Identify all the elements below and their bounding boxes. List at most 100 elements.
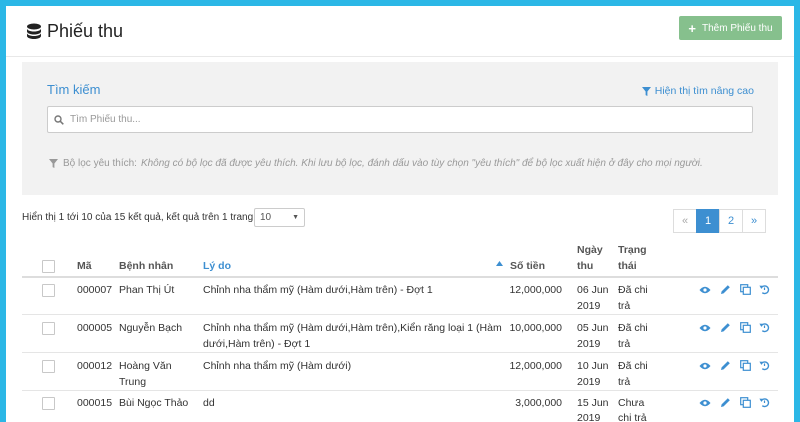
row-reason: Chỉnh nha thẩm mỹ (Hàm dưới,Hàm trên) - … [203, 284, 433, 296]
page-title: Phiếu thu [47, 21, 124, 41]
row-reason: dd [203, 397, 215, 409]
row-date-year: 2019 [577, 338, 601, 350]
eye-icon[interactable] [699, 361, 711, 371]
row-status: Đã chi [618, 284, 648, 296]
filter-icon [641, 86, 651, 96]
column-header-date-line1[interactable]: Ngày [577, 242, 603, 258]
search-field[interactable] [47, 106, 753, 133]
row-status: Chưa [618, 397, 645, 409]
row-code: 000015 [77, 397, 113, 409]
row-amount: 3,000,000 [515, 397, 562, 409]
row-reason: Chỉnh nha thẩm mỹ (Hàm dưới) [203, 360, 352, 372]
database-icon [27, 23, 41, 39]
page-title-wrap: Phiếu thu [26, 21, 123, 42]
row-amount: 12,000,000 [509, 360, 562, 372]
filter-icon [49, 159, 58, 168]
undo-icon[interactable] [759, 397, 770, 408]
pencil-icon[interactable] [720, 284, 731, 295]
row-date: 05 Jun [577, 322, 609, 334]
pencil-icon[interactable] [720, 397, 731, 408]
add-receipt-label: Thêm Phiếu thu [701, 22, 773, 34]
eye-icon[interactable] [699, 398, 711, 408]
column-header-status-line2[interactable]: thái [618, 258, 637, 274]
page-size-value: 10 [260, 212, 272, 223]
favorite-filters: Bộ lọc yêu thích: Không có bộ lọc đã đượ… [49, 158, 703, 169]
row-status-line2: chi trả [618, 412, 647, 422]
sort-asc-icon [496, 261, 503, 266]
eye-icon[interactable] [699, 323, 711, 333]
advanced-search-link[interactable]: Hiện thị tìm nâng cao [641, 85, 754, 97]
row-date: 10 Jun [577, 360, 609, 372]
pagination-prev[interactable]: « [673, 209, 697, 233]
column-header-patient[interactable]: Bệnh nhân [119, 258, 173, 274]
row-code: 000007 [77, 284, 113, 296]
row-checkbox[interactable] [42, 322, 55, 335]
row-status-line2: trả [618, 300, 631, 312]
row-patient: Nguyễn Bạch [119, 322, 183, 334]
copy-icon[interactable] [740, 322, 751, 333]
pencil-icon[interactable] [720, 360, 731, 371]
search-panel: Tìm kiếm Hiện thị tìm nâng cao Bộ lọc yê… [22, 62, 778, 195]
row-patient-line2: Trung [119, 376, 147, 388]
row-divider [22, 314, 778, 315]
column-header-status-line1[interactable]: Trạng [618, 242, 647, 258]
row-date-year: 2019 [577, 412, 601, 422]
row-reason: Chỉnh nha thẩm mỹ (Hàm dưới,Hàm trên),Ki… [203, 322, 502, 334]
row-code: 000012 [77, 360, 113, 372]
pencil-icon[interactable] [720, 322, 731, 333]
row-patient: Hoàng Văn [119, 360, 172, 372]
pagination-next[interactable]: » [742, 209, 766, 233]
plus-icon: + [688, 20, 696, 36]
pagination-page-2[interactable]: 2 [719, 209, 743, 233]
row-date-year: 2019 [577, 300, 601, 312]
search-title: Tìm kiếm [47, 82, 101, 97]
row-status-line2: trả [618, 376, 631, 388]
copy-icon[interactable] [740, 397, 751, 408]
row-patient: Bùi Ngọc Thảo [119, 397, 189, 409]
row-date: 15 Jun [577, 397, 609, 409]
row-reason-line2: dưới,Hàm trên) - Đợt 1 [203, 338, 311, 350]
row-checkbox[interactable] [42, 397, 55, 410]
page-size-select[interactable]: 10 ▼ [254, 208, 305, 227]
undo-icon[interactable] [759, 322, 770, 333]
results-info: Hiển thị 1 tới 10 của 15 kết quả, kết qu… [22, 212, 256, 223]
column-header-amount[interactable]: Số tiền [510, 258, 545, 274]
select-all-checkbox[interactable] [42, 260, 55, 273]
main-panel: Phiếu thu + Thêm Phiếu thu Tìm kiếm Hiện… [6, 6, 794, 422]
copy-icon[interactable] [740, 284, 751, 295]
column-header-date-line2[interactable]: thu [577, 258, 593, 274]
advanced-search-label: Hiện thị tìm nâng cao [654, 85, 754, 97]
pagination-page-1[interactable]: 1 [696, 209, 720, 233]
undo-icon[interactable] [759, 360, 770, 371]
row-amount: 12,000,000 [509, 284, 562, 296]
row-checkbox[interactable] [42, 360, 55, 373]
row-date-year: 2019 [577, 376, 601, 388]
table-header-divider [22, 276, 778, 278]
pagination: « 1 2 » [673, 209, 766, 233]
row-amount: 10,000,000 [509, 322, 562, 334]
row-actions [699, 284, 770, 295]
row-actions [699, 360, 770, 371]
eye-icon[interactable] [699, 285, 711, 295]
search-input[interactable] [68, 113, 732, 126]
caret-down-icon: ▼ [292, 214, 299, 221]
favorite-filters-text: Không có bộ lọc đã được yêu thích. Khi l… [140, 158, 703, 169]
row-patient: Phan Thị Út [119, 284, 175, 296]
row-status: Đã chi [618, 360, 648, 372]
row-checkbox[interactable] [42, 284, 55, 297]
row-status-line2: trả [618, 338, 631, 350]
search-icon [54, 114, 64, 125]
undo-icon[interactable] [759, 284, 770, 295]
row-date: 06 Jun [577, 284, 609, 296]
row-actions [699, 397, 770, 408]
favorite-filters-label: Bộ lọc yêu thích: [63, 158, 137, 169]
row-status: Đã chi [618, 322, 648, 334]
copy-icon[interactable] [740, 360, 751, 371]
column-header-code[interactable]: Mã [77, 258, 92, 274]
add-receipt-button[interactable]: + Thêm Phiếu thu [679, 16, 782, 40]
page-header: Phiếu thu + Thêm Phiếu thu [6, 6, 794, 57]
column-header-reason[interactable]: Lý do [203, 258, 231, 274]
row-divider [22, 390, 778, 391]
row-divider [22, 352, 778, 353]
row-actions [699, 322, 770, 333]
